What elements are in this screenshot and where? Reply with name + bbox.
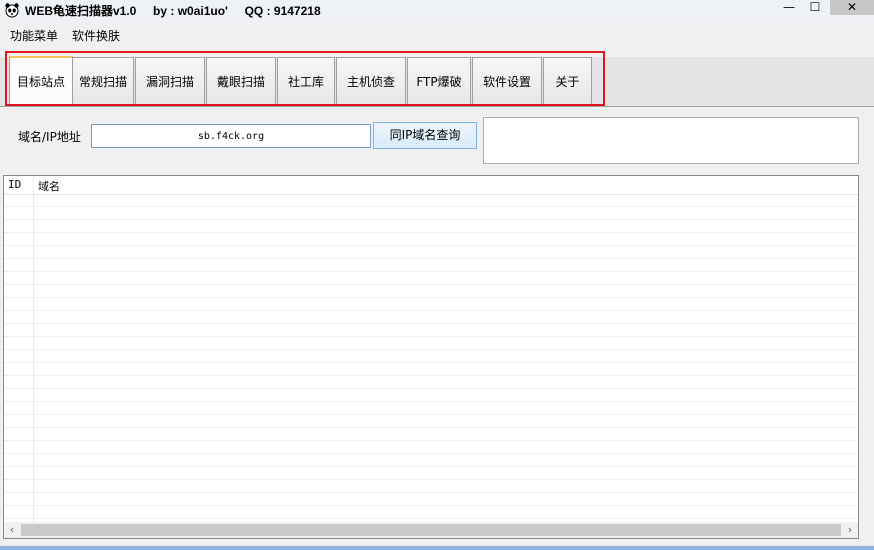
tab-social-db[interactable]: 社工库 <box>277 57 335 105</box>
scroll-left-icon[interactable]: ‹ <box>4 522 20 538</box>
listview-rows <box>4 194 858 524</box>
domain-label: 域名/IP地址 <box>18 130 81 144</box>
scroll-right-icon[interactable]: › <box>842 522 858 538</box>
same-ip-query-button[interactable]: 同IP域名查询 <box>373 122 477 149</box>
window-title: WEB龟速扫描器v1.0 by : w0ai1uo' QQ : 9147218 <box>25 4 321 18</box>
tab-host-recon[interactable]: 主机侦查 <box>336 57 406 105</box>
close-button[interactable]: ✕ <box>830 0 874 15</box>
tab-target-site[interactable]: 目标站点 <box>9 56 73 106</box>
domain-input[interactable] <box>91 124 371 148</box>
window-bottom-border <box>0 546 874 550</box>
panda-app-icon <box>5 3 19 18</box>
maximize-button[interactable]: ☐ <box>802 0 828 15</box>
tab-vuln-scan[interactable]: 漏洞扫描 <box>135 57 205 105</box>
tab-content-border <box>0 106 874 107</box>
tab-settings[interactable]: 软件设置 <box>472 57 542 105</box>
tab-about[interactable]: 关于 <box>543 57 592 105</box>
minimize-button[interactable]: — <box>776 0 802 15</box>
scroll-thumb[interactable] <box>21 524 841 536</box>
title-bar: WEB龟速扫描器v1.0 by : w0ai1uo' QQ : 9147218 … <box>0 0 874 20</box>
tab-ftp-brute[interactable]: FTP爆破 <box>407 57 471 105</box>
horizontal-scrollbar[interactable]: ‹ › <box>4 522 858 538</box>
column-header-id[interactable]: ID <box>8 178 21 191</box>
column-header-domain[interactable]: 域名 <box>38 178 60 194</box>
column-separator <box>33 176 34 524</box>
output-textbox[interactable] <box>483 117 859 164</box>
tab-regular-scan[interactable]: 常规扫描 <box>72 57 134 105</box>
menu-bar: 功能菜单 软件换肤 <box>0 24 874 44</box>
tab-eye-scan[interactable]: 戴眼扫描 <box>206 57 276 105</box>
listview-header: ID 域名 <box>4 176 858 195</box>
menu-function[interactable]: 功能菜单 <box>10 27 58 44</box>
results-listview[interactable]: ID 域名 ‹ › <box>3 175 859 539</box>
menu-skin[interactable]: 软件换肤 <box>72 27 120 44</box>
